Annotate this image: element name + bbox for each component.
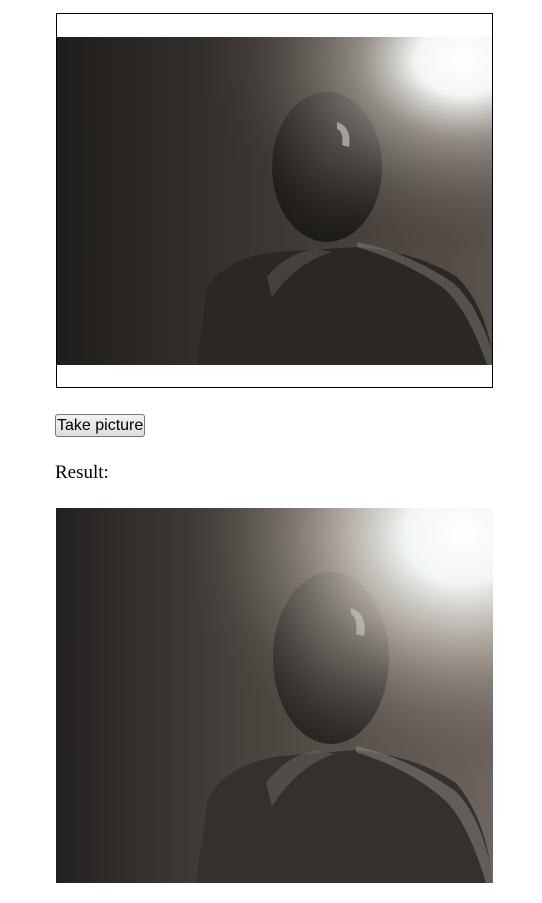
captured-photo bbox=[56, 508, 493, 883]
result-label: Result: bbox=[55, 462, 109, 483]
take-picture-button[interactable]: Take picture bbox=[55, 414, 146, 437]
camera-video-feed bbox=[57, 37, 492, 365]
camera-preview-frame bbox=[56, 13, 493, 388]
